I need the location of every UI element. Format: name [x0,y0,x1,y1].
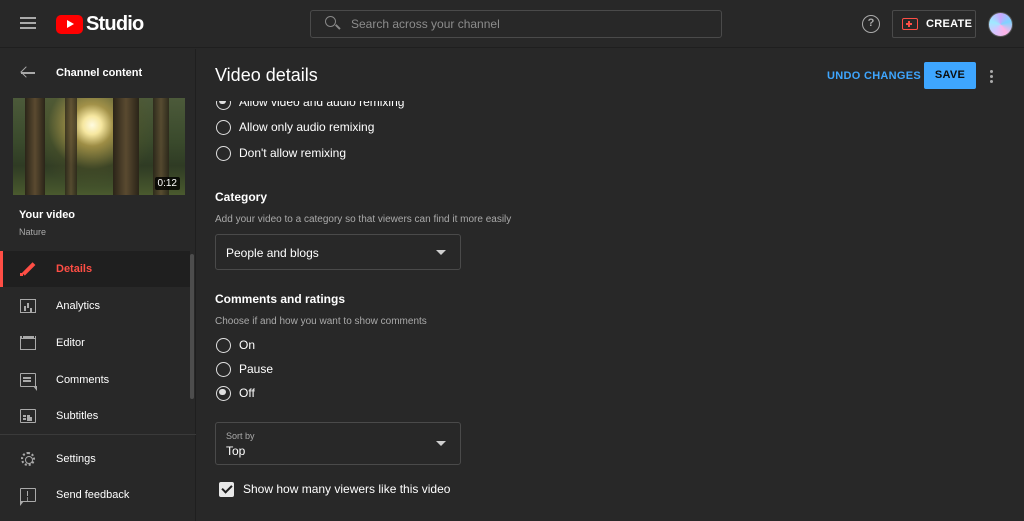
sidebar-item-editor[interactable]: Editor [0,325,190,361]
sidebar-scrollbar[interactable] [190,254,194,399]
sidebar-item-label: Analytics [56,300,101,312]
page-title: Video details [215,65,318,85]
radio-label: Pause [239,362,274,376]
radio-button [216,119,231,135]
sidebar-item-label: Comments [56,374,110,386]
thumbnail-tree [113,98,139,195]
radio-comments-off[interactable]: Off [216,384,255,402]
video-thumbnail[interactable]: 0:12 [13,98,185,195]
sidebar-item-label: Details [56,263,93,275]
sidebar-item-send-feedback[interactable]: Send feedback [0,477,190,513]
sidebar-item-settings[interactable]: Settings [0,441,190,477]
video-duration: 0:12 [154,177,180,190]
back-to-channel-content[interactable]: Channel content [0,49,196,97]
comments-icon [20,373,37,391]
thumbnail-tree [65,98,77,195]
create-label: CREATE [926,18,973,30]
category-select[interactable]: People and blogs [215,234,461,270]
search-icon [321,10,349,38]
sidebar-item-comments[interactable]: Comments [0,362,190,398]
save-button[interactable]: SAVE [924,62,976,89]
sort-by-caption: Sort by [226,431,255,441]
logo-text: Studio [86,12,144,35]
page-header: Video details UNDO CHANGES SAVE [197,49,1024,101]
back-label: Channel content [56,67,143,79]
more-vert-icon[interactable] [986,68,996,84]
studio-logo[interactable]: Studio [56,12,144,36]
show-likes-checkbox-row[interactable]: Show how many viewers like this video [219,481,450,497]
sort-by-select[interactable]: Sort by Top [215,422,461,465]
subtitles-icon [20,409,36,423]
checkbox-label: Show how many viewers like this video [243,482,451,496]
analytics-icon [20,299,36,313]
editor-icon [20,336,36,350]
sort-by-value: Top [226,444,246,458]
pencil-icon [20,262,36,276]
radio-button [216,361,231,377]
top-bar: Studio ? CREATE [0,0,1024,48]
search-box[interactable] [310,10,722,38]
category-value: People and blogs [226,246,319,260]
category-description: Add your video to a category so that vie… [215,214,512,225]
sidebar-item-analytics[interactable]: Analytics [0,288,190,324]
create-button[interactable]: CREATE [892,10,976,38]
radio-dont-allow-remixing[interactable]: Don't allow remixing [216,144,346,162]
youtube-logo-icon [56,14,83,34]
radio-label: On [239,338,256,352]
radio-label: Allow only audio remixing [239,120,375,134]
help-icon[interactable]: ? [862,15,880,33]
radio-allow-audio-remixing[interactable]: Allow only audio remixing [216,118,374,136]
radio-button [216,385,231,401]
category-title: Category [215,190,268,204]
menu-icon[interactable] [18,14,38,34]
thumbnail-tree [25,98,45,195]
feedback-icon [19,488,36,506]
comments-title: Comments and ratings [215,292,346,306]
gear-icon [21,452,35,466]
undo-changes-button[interactable]: UNDO CHANGES [827,63,921,89]
dropdown-arrow-icon [436,250,446,255]
avatar[interactable] [988,12,1013,37]
dropdown-arrow-icon [436,441,446,446]
create-video-icon [902,18,918,30]
main-content: Allow video and audio remixing Allow onl… [197,49,1024,521]
checkbox-checked[interactable] [219,481,234,497]
sidebar: Channel content 0:12 Your video Nature D… [0,49,196,521]
comments-description: Choose if and how you want to show comme… [215,316,427,327]
search-input[interactable] [351,17,711,31]
radio-label: Don't allow remixing [239,146,346,160]
radio-button [216,337,231,353]
sidebar-divider [0,434,196,435]
sidebar-item-details[interactable]: Details [0,251,190,287]
video-title: Your video [19,209,76,221]
arrow-back-icon [20,66,36,80]
sidebar-item-label: Send feedback [56,489,130,501]
radio-label: Off [239,386,255,400]
radio-comments-pause[interactable]: Pause [216,360,273,378]
radio-button [216,145,231,161]
sidebar-item-label: Subtitles [56,410,99,422]
sidebar-item-label: Settings [56,453,96,465]
sidebar-item-label: Editor [56,337,85,349]
sidebar-item-subtitles[interactable]: Subtitles [0,398,190,434]
video-name: Nature [19,227,47,237]
radio-comments-on[interactable]: On [216,336,255,354]
